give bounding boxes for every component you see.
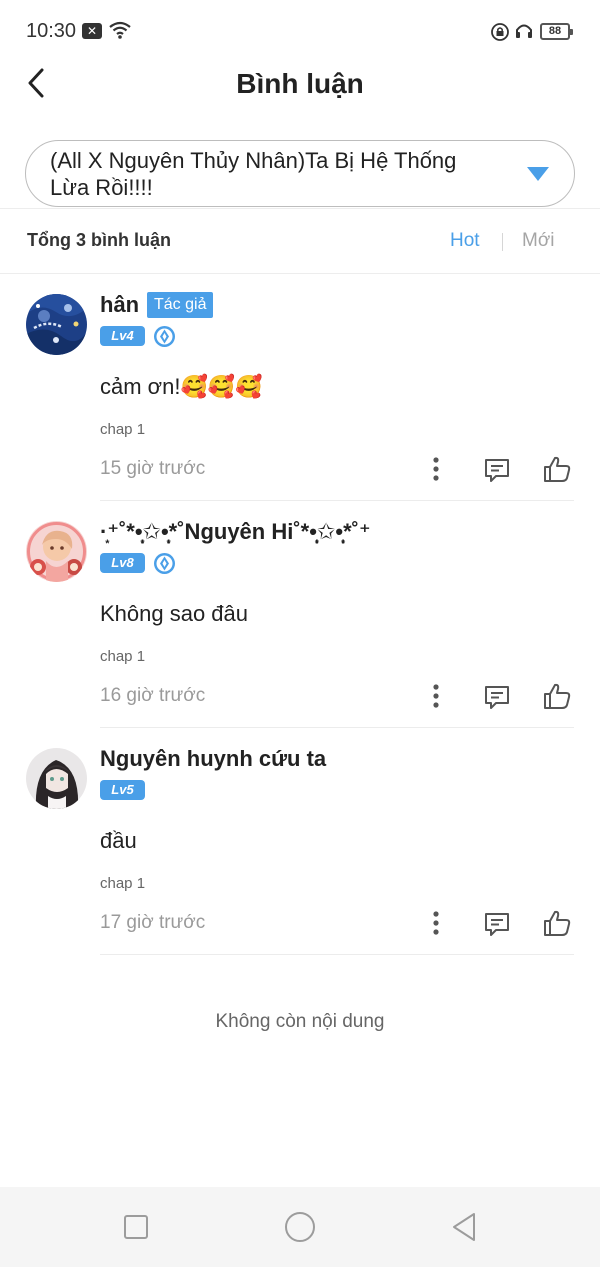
page-title: Bình luận	[236, 68, 364, 99]
level-badge: Lv5	[100, 780, 145, 800]
username[interactable]: ·͙⁺˚*•̩̩͙✩•̩̩͙*˚Nguyên Hi˚*•̩̩͙✩•̩̩͙*˚⁺	[100, 519, 371, 545]
comment-item: Nguyên huynh cứu ta Lv5 đầu chap 1 17 gi…	[0, 728, 600, 955]
chapter-label: chap 1	[100, 875, 146, 892]
comment-text: cảm ơn!🥰🥰🥰	[100, 374, 263, 399]
level-badge: Lv4	[100, 326, 145, 346]
thumbs-up-icon[interactable]	[542, 908, 572, 938]
timestamp: 17 giờ trước	[100, 912, 206, 933]
timestamp: 16 giờ trước	[100, 685, 206, 706]
vip-diamond-icon	[154, 553, 175, 574]
rotation-lock-icon	[491, 23, 509, 41]
author-badge: Tác giả	[147, 292, 214, 318]
divider	[0, 208, 600, 209]
avatar[interactable]	[26, 521, 87, 582]
system-nav-bar	[0, 1187, 600, 1267]
timestamp: 15 giờ trước	[100, 458, 206, 479]
reply-comment-icon[interactable]	[483, 456, 511, 484]
level-badge: Lv8	[100, 553, 145, 573]
caret-down-icon	[527, 167, 549, 181]
tab-hot[interactable]: Hot	[450, 230, 480, 252]
status-bar: 10:30 ✕ 88	[0, 0, 600, 62]
status-time: 10:30	[26, 20, 77, 42]
chapter-dropdown[interactable]: (All X Nguyên Thủy Nhân)Ta Bị Hệ Thống L…	[25, 140, 575, 207]
more-options-icon[interactable]	[426, 456, 446, 482]
tab-new[interactable]: Mới	[522, 230, 555, 252]
more-options-icon[interactable]	[426, 910, 446, 936]
comment-count: Tổng 3 bình luận	[27, 230, 171, 250]
reply-comment-icon[interactable]	[483, 683, 511, 711]
headphones-icon	[516, 24, 532, 38]
comment-text: Không sao đâu	[100, 601, 249, 626]
username[interactable]: Nguyên huynh cứu ta	[100, 746, 326, 772]
avatar[interactable]	[26, 748, 87, 809]
home-icon[interactable]	[285, 1212, 315, 1242]
divider	[100, 954, 574, 955]
chapter-title: (All X Nguyên Thủy Nhân)Ta Bị Hệ Thống L…	[50, 148, 457, 200]
nav-back-icon[interactable]	[450, 1211, 478, 1243]
more-options-icon[interactable]	[426, 683, 446, 709]
username[interactable]: hân	[100, 292, 139, 318]
avatar[interactable]	[26, 294, 87, 355]
tab-separator	[502, 233, 503, 251]
comment-text: đầu	[100, 828, 137, 853]
chapter-label: chap 1	[100, 648, 146, 665]
thumbs-up-icon[interactable]	[542, 681, 572, 711]
comment-item: hân Tác giả Lv4 cảm ơn!🥰🥰🥰 chap 1 15 giờ…	[0, 274, 600, 501]
battery-icon: 88	[540, 23, 573, 40]
comment-item: ·͙⁺˚*•̩̩͙✩•̩̩͙*˚Nguyên Hi˚*•̩̩͙✩•̩̩͙*˚⁺ …	[0, 501, 600, 728]
vip-diamond-icon	[154, 326, 175, 347]
notification-icon: ✕	[82, 23, 102, 39]
wifi-icon	[109, 21, 131, 39]
end-of-list-text: Không còn nội dung	[215, 1011, 385, 1032]
thumbs-up-icon[interactable]	[542, 454, 572, 484]
reply-comment-icon[interactable]	[483, 910, 511, 938]
chapter-label: chap 1	[100, 421, 146, 438]
recent-apps-icon[interactable]	[124, 1215, 148, 1239]
